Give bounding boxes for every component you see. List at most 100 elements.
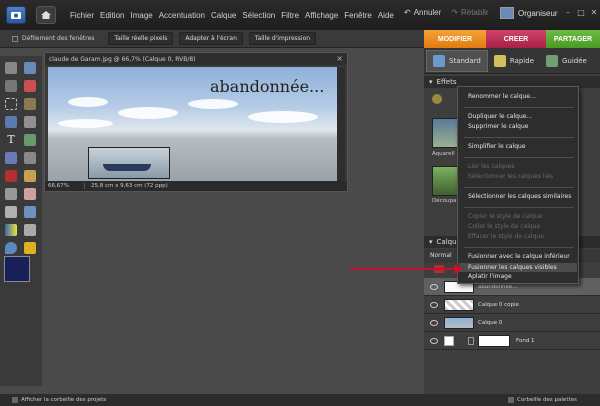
zoom-tool-icon[interactable] bbox=[24, 62, 36, 74]
palette-bin-label: Corbeille des palettes bbox=[517, 397, 577, 403]
document-size: 25,8 cm x 9,63 cm (72 ppp) bbox=[91, 183, 168, 189]
lasso-tool-icon[interactable] bbox=[24, 98, 36, 110]
minimize-icon[interactable]: – bbox=[563, 8, 573, 18]
blend-mode-select[interactable]: Normal bbox=[430, 252, 452, 259]
tab-share[interactable]: PARTAGER bbox=[546, 30, 600, 48]
fit-screen-button[interactable]: Adapter à l'écran bbox=[179, 32, 243, 45]
cloud-shape bbox=[188, 99, 238, 109]
project-bin-label: Afficher la corbeille des projets bbox=[21, 397, 107, 403]
tab-modify[interactable]: MODIFIER bbox=[424, 30, 486, 48]
document-status-bar: 66,67% 25,8 cm x 9,63 cm (72 ppp) bbox=[45, 181, 347, 191]
tab-standard-label: Standard bbox=[449, 56, 481, 65]
visibility-eye-icon[interactable] bbox=[430, 337, 438, 344]
project-bin-toggle[interactable]: Afficher la corbeille des projets bbox=[12, 397, 106, 403]
menu-item-flatten[interactable]: Aplatir l'image bbox=[468, 273, 512, 280]
clone-stamp-tool-icon[interactable] bbox=[5, 188, 17, 200]
visibility-eye-icon[interactable] bbox=[430, 283, 438, 290]
collapse-icon: ▾ bbox=[429, 78, 433, 86]
layer-thumbnail bbox=[444, 298, 474, 311]
crop-tool-icon[interactable] bbox=[24, 134, 36, 146]
undo-button[interactable]: Annuler bbox=[414, 8, 442, 17]
menu-filtre[interactable]: Filtre bbox=[281, 11, 299, 20]
visibility-eye-icon[interactable] bbox=[430, 319, 438, 326]
sponge-tool-icon[interactable] bbox=[24, 242, 36, 254]
tab-create[interactable]: CREER bbox=[486, 30, 546, 48]
maximize-icon[interactable]: □ bbox=[576, 8, 586, 18]
eyedropper-tool-icon[interactable] bbox=[24, 80, 36, 92]
tab-guided-label: Guidée bbox=[562, 56, 587, 65]
effect-thumbnail-watercolor[interactable] bbox=[432, 118, 460, 148]
vertical-scrollbar[interactable] bbox=[337, 67, 345, 182]
quick-icon bbox=[493, 54, 506, 67]
palette-bin-toggle[interactable]: Corbeille des palettes bbox=[508, 397, 577, 403]
layer-name: Fond 1 bbox=[516, 337, 535, 344]
menu-affichage[interactable]: Affichage bbox=[305, 11, 338, 20]
effect-label-watercolor: Aquarell bbox=[432, 151, 455, 157]
shape-tool-icon[interactable] bbox=[24, 224, 36, 236]
menu-item-link: Lier les calques bbox=[468, 163, 515, 170]
menu-aide[interactable]: Aide bbox=[378, 11, 394, 20]
organizer-button[interactable]: Organiseur bbox=[500, 7, 558, 19]
effect-thumbnail-cutout[interactable] bbox=[432, 166, 460, 196]
palette-bin-icon bbox=[508, 397, 514, 403]
actual-pixels-button[interactable]: Taille réelle pixels bbox=[108, 32, 174, 45]
layer-name: abandonnée... bbox=[478, 283, 518, 290]
print-size-button[interactable]: Taille d'impression bbox=[248, 32, 317, 45]
layer-thumbnail bbox=[444, 316, 474, 329]
filters-icon[interactable] bbox=[432, 94, 442, 104]
menu-item-merge-down[interactable]: Fusionner avec le calque inférieur bbox=[468, 253, 570, 260]
tab-standard[interactable]: Standard bbox=[426, 49, 488, 72]
tab-quick[interactable]: Rapide bbox=[488, 50, 540, 72]
foreground-color-swatch[interactable] bbox=[4, 256, 30, 282]
marquee-tool-icon[interactable] bbox=[5, 98, 17, 110]
menu-accentuation[interactable]: Accentuation bbox=[159, 11, 205, 20]
menu-fichier[interactable]: Fichier bbox=[70, 11, 94, 20]
canvas-text: abandonnée... bbox=[210, 77, 325, 96]
brush-tool-icon[interactable] bbox=[5, 206, 17, 218]
redo-button[interactable]: Rétablir bbox=[461, 8, 489, 17]
layer-row[interactable]: Calque 0 copie bbox=[424, 296, 600, 314]
home-icon[interactable] bbox=[36, 6, 56, 24]
menu-item-duplicate[interactable]: Dupliquer le calque... bbox=[468, 113, 532, 120]
mode-tabs: MODIFIER CREER PARTAGER bbox=[424, 30, 600, 48]
menu-item-simplify[interactable]: Simplifier le calque bbox=[468, 143, 526, 150]
visibility-eye-icon[interactable] bbox=[430, 301, 438, 308]
menu-selection[interactable]: Sélection bbox=[242, 11, 275, 20]
document-close-icon[interactable]: × bbox=[336, 54, 343, 63]
layer-row[interactable]: Calque 0 bbox=[424, 314, 600, 332]
menu-item-rename[interactable]: Renommer le calque... bbox=[468, 93, 536, 100]
eraser-tool-icon[interactable] bbox=[24, 188, 36, 200]
cloud-shape bbox=[58, 119, 113, 128]
gradient-tool-icon[interactable] bbox=[5, 224, 17, 236]
cloud-shape bbox=[248, 111, 318, 123]
scroll-all-checkbox[interactable] bbox=[12, 35, 18, 42]
magic-wand-tool-icon[interactable] bbox=[5, 116, 17, 128]
menu-item-merge-visible[interactable]: Fusionner les calques visibles bbox=[459, 263, 577, 272]
selection-brush-tool-icon[interactable] bbox=[24, 116, 36, 128]
menu-edition[interactable]: Edition bbox=[100, 11, 124, 20]
organizer-icon bbox=[500, 7, 514, 19]
boat-shape bbox=[103, 164, 151, 171]
healing-brush-tool-icon[interactable] bbox=[24, 170, 36, 182]
straighten-tool-icon[interactable] bbox=[24, 152, 36, 164]
document-window: claude de Garam.jpg @ 66,7% (Calque 0, R… bbox=[44, 52, 348, 192]
menu-calque[interactable]: Calque bbox=[211, 11, 236, 20]
menu-fenetre[interactable]: Fenêtre bbox=[344, 11, 372, 20]
paint-bucket-tool-icon[interactable] bbox=[24, 206, 36, 218]
window-controls: – □ ✕ bbox=[560, 8, 599, 18]
image-canvas[interactable]: abandonnée... bbox=[48, 67, 338, 182]
zoom-level[interactable]: 66,67% bbox=[45, 183, 85, 189]
move-tool-icon[interactable] bbox=[5, 62, 17, 74]
menu-item-select-similar[interactable]: Sélectionner les calques similaires bbox=[468, 193, 571, 200]
menu-separator bbox=[464, 137, 574, 138]
tab-guided[interactable]: Guidée bbox=[540, 50, 593, 72]
hand-tool-icon[interactable] bbox=[5, 80, 17, 92]
layer-row[interactable]: Fond 1 bbox=[424, 332, 600, 350]
type-tool-icon[interactable]: T bbox=[5, 134, 17, 146]
blur-tool-icon[interactable] bbox=[5, 242, 17, 254]
close-icon[interactable]: ✕ bbox=[589, 8, 599, 18]
red-eye-tool-icon[interactable] bbox=[5, 170, 17, 182]
cookie-cutter-tool-icon[interactable] bbox=[5, 152, 17, 164]
menu-image[interactable]: Image bbox=[130, 11, 152, 20]
menu-item-delete[interactable]: Supprimer le calque bbox=[468, 123, 528, 130]
